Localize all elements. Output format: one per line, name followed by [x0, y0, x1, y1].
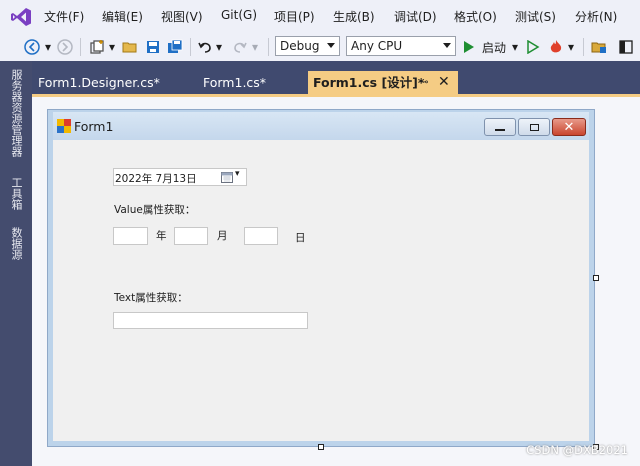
menu-edit[interactable]: 编辑(E) [102, 8, 143, 25]
new-project-icon[interactable] [87, 37, 107, 57]
redo-icon[interactable] [231, 37, 249, 57]
toolbar-separator [190, 38, 191, 56]
tab-form1-cs[interactable]: Form1.cs* [198, 71, 306, 94]
left-tool-window-bar: 服务器资源管理器 工具箱 数据源 [0, 61, 32, 466]
tab-label: Form1.cs [设计]* [313, 75, 425, 90]
text-property-label: Text属性获取： [114, 292, 188, 304]
menu-project[interactable]: 项目(P) [274, 8, 315, 25]
form-title: Form1 [74, 119, 114, 134]
toolbar: ▾ ▾ ▾ ▾ Debug Any CPU 启动 ▾ ▾ [0, 33, 640, 61]
minimize-icon [495, 128, 505, 131]
chevron-down-icon[interactable]: ▾ [214, 37, 224, 57]
server-explorer-tab[interactable]: 服务器资源管理器 [6, 69, 26, 157]
solution-platform-select[interactable]: Any CPU [346, 36, 456, 56]
toolbar-separator [80, 38, 81, 56]
maximize-icon [529, 123, 539, 131]
menu-git[interactable]: Git(G) [221, 8, 257, 22]
close-icon: ✕ [563, 119, 575, 135]
toolbar-separator [268, 38, 269, 56]
start-without-debugging-icon[interactable] [524, 37, 542, 57]
menu-analyze[interactable]: 分析(N) [575, 8, 617, 25]
solution-explorer-folder-icon[interactable] [588, 37, 610, 57]
tab-form1-design[interactable]: Form1.cs [设计]* ⊸ ✕ [308, 71, 458, 94]
solution-configuration-value: Debug [280, 39, 320, 53]
tab-label: Form1.cs* [203, 75, 267, 90]
menu-build[interactable]: 生成(B) [333, 8, 375, 25]
menu-test[interactable]: 测试(S) [515, 8, 556, 25]
resize-handle-bottom[interactable] [318, 444, 324, 450]
document-tab-strip: Form1.Designer.cs* Form1.cs* Form1.cs [设… [32, 61, 640, 94]
day-textbox[interactable] [244, 227, 278, 245]
text-property-textbox[interactable] [113, 312, 308, 329]
watermark: CSDN @DXB2021 [526, 443, 628, 457]
open-folder-icon[interactable] [120, 37, 140, 57]
day-label: 日 [295, 232, 306, 244]
menu-view[interactable]: 视图(V) [161, 8, 203, 25]
visual-studio-logo-icon[interactable] [10, 6, 32, 28]
chevron-down-icon: ▾ [512, 40, 519, 54]
month-label: 月 [217, 230, 228, 242]
menu-format[interactable]: 格式(O) [454, 8, 497, 25]
solution-platform-value: Any CPU [351, 39, 403, 53]
calendar-icon[interactable] [221, 172, 233, 183]
pin-icon[interactable]: ⊸ [420, 71, 428, 94]
resize-handle-right[interactable] [593, 275, 599, 281]
menu-file[interactable]: 文件(F) [44, 8, 84, 25]
tab-form1-designer-cs[interactable]: Form1.Designer.cs* [33, 71, 196, 94]
chevron-down-icon [327, 43, 335, 48]
month-textbox[interactable] [174, 227, 208, 245]
date-time-picker[interactable]: 2022年 7月13日 ▾ [113, 168, 247, 186]
start-debugging-label: 启动 [482, 40, 507, 55]
close-tab-icon[interactable]: ✕ [438, 71, 450, 94]
data-sources-tab[interactable]: 数据源 [6, 227, 26, 260]
undo-icon[interactable] [196, 37, 214, 57]
form-app-icon [57, 119, 71, 133]
value-property-label: Value属性获取： [114, 204, 196, 216]
year-textbox[interactable] [113, 227, 148, 245]
year-label: 年 [156, 230, 167, 242]
chevron-down-icon[interactable]: ▾ [250, 37, 260, 57]
tab-label: Form1.Designer.cs* [38, 75, 160, 90]
chevron-down-icon[interactable]: ▾ [43, 37, 53, 57]
navigate-back-icon[interactable] [22, 37, 42, 57]
toolbox-tab[interactable]: 工具箱 [6, 177, 26, 210]
save-icon[interactable] [143, 37, 163, 57]
save-all-icon[interactable] [165, 37, 185, 57]
start-debugging-button[interactable]: 启动 ▾ [462, 37, 522, 57]
play-icon [464, 41, 474, 53]
menu-debug[interactable]: 调试(D) [394, 8, 437, 25]
chevron-down-icon [443, 43, 451, 48]
toggle-panel-icon[interactable] [616, 37, 636, 57]
minimize-button[interactable] [484, 118, 516, 136]
chevron-down-icon: ▾ [235, 169, 240, 179]
toolbar-separator [583, 38, 584, 56]
form-client-area: 2022年 7月13日 ▾ Value属性获取： 年 月 日 Text属性获取： [53, 140, 589, 441]
maximize-button[interactable] [518, 118, 550, 136]
navigate-forward-icon[interactable] [56, 37, 74, 57]
solution-configuration-select[interactable]: Debug [275, 36, 340, 56]
close-button[interactable]: ✕ [552, 118, 586, 136]
chevron-down-icon[interactable]: ▾ [107, 37, 117, 57]
chevron-down-icon[interactable]: ▾ [566, 37, 576, 57]
date-time-picker-value: 2022年 7月13日 [115, 173, 197, 185]
hot-reload-icon[interactable] [546, 37, 566, 57]
menu-bar: 文件(F) 编辑(E) 视图(V) Git(G) 项目(P) 生成(B) 调试(… [0, 0, 640, 33]
